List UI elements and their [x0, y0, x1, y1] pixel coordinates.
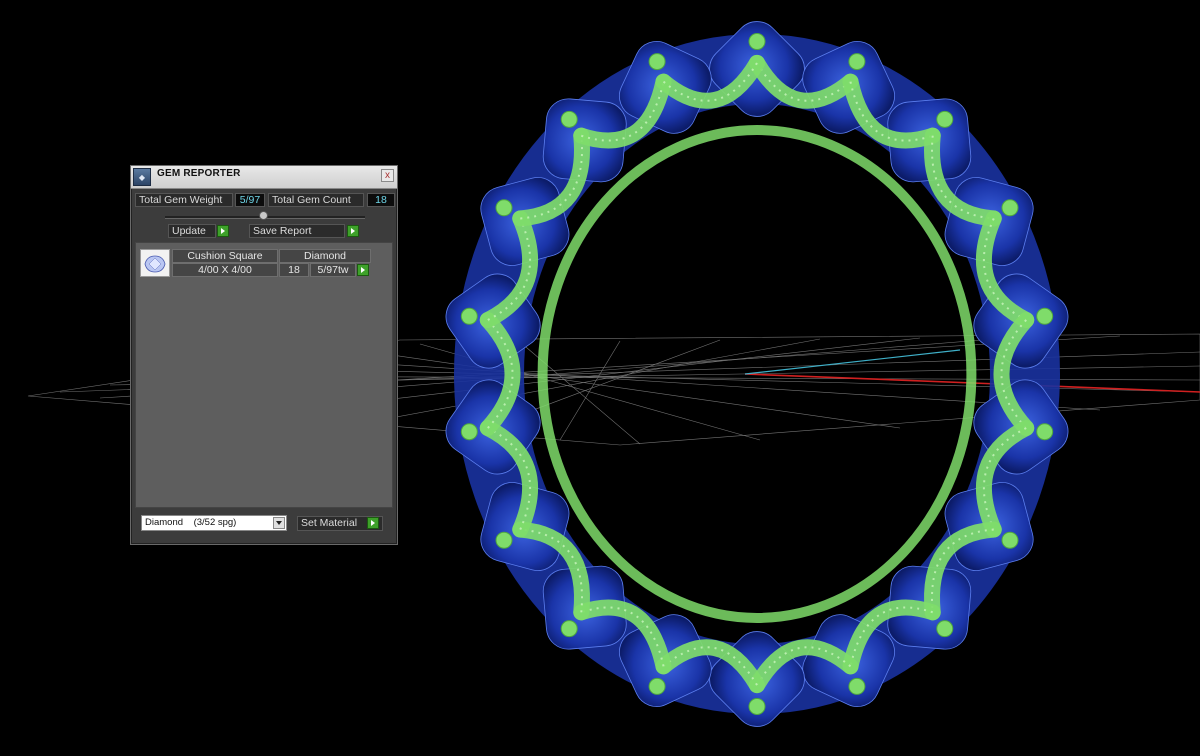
close-icon[interactable]: x — [381, 169, 394, 182]
panel-titlebar[interactable]: ◆ GEM REPORTER x — [131, 166, 397, 189]
save-report-go-icon[interactable] — [347, 225, 359, 237]
gem-material-cell: Diamond — [279, 249, 371, 263]
gem-count-cell: 18 — [279, 263, 309, 277]
material-dropdown-value: Diamond (3/52 spg) — [145, 517, 237, 528]
prong-tip — [1036, 423, 1054, 441]
chevron-down-icon[interactable] — [273, 517, 285, 529]
save-report-button-label: Save Report — [253, 225, 312, 237]
total-gem-count-value: 18 — [367, 193, 395, 207]
gem-shape-cell: Cushion Square — [172, 249, 278, 263]
update-button[interactable]: Update — [168, 224, 216, 238]
total-gem-weight-value: 5/97 — [235, 193, 265, 207]
prong-tip — [748, 697, 766, 715]
cushion-gem-icon — [144, 255, 166, 273]
prong-tip — [495, 531, 513, 549]
panel-title: GEM REPORTER — [157, 168, 241, 179]
prong-tip — [848, 53, 866, 71]
set-material-button-label: Set Material — [301, 517, 358, 529]
prong-tip — [1001, 199, 1019, 217]
prong-tip — [848, 677, 866, 695]
table-row-gem-thumbnail[interactable] — [140, 249, 170, 277]
gem-row-select-icon[interactable] — [357, 264, 369, 276]
update-go-icon[interactable] — [217, 225, 229, 237]
prong-tip — [936, 110, 954, 128]
prong-tip — [560, 110, 578, 128]
prong-tip — [560, 620, 578, 638]
gem-size-cell: 4/00 X 4/00 — [172, 263, 278, 277]
prong-tip — [936, 620, 954, 638]
y-axis — [744, 349, 961, 375]
prong-tip — [495, 199, 513, 217]
total-gem-weight-label: Total Gem Weight — [135, 193, 233, 207]
prong-tip — [648, 53, 666, 71]
splitter-handle[interactable] — [259, 211, 268, 220]
prong-tip — [460, 423, 478, 441]
set-material-go-icon[interactable] — [367, 517, 379, 529]
gem-list: Cushion Square Diamond 4/00 X 4/00 18 5/… — [135, 242, 393, 508]
gem-weight-cell: 5/97tw — [310, 263, 356, 277]
material-dropdown[interactable]: Diamond (3/52 spg) — [141, 515, 287, 531]
save-report-button[interactable]: Save Report — [249, 224, 345, 238]
total-gem-count-label: Total Gem Count — [268, 193, 364, 207]
prong-tip — [648, 677, 666, 695]
update-button-label: Update — [172, 225, 206, 237]
prong-tip — [1001, 531, 1019, 549]
prong-tip — [460, 307, 478, 325]
gem-reporter-app-icon: ◆ — [133, 168, 151, 186]
prong-tip — [1036, 307, 1054, 325]
prong-tip — [748, 33, 766, 51]
gem-reporter-panel: ◆ GEM REPORTER x Total Gem Weight 5/97 T… — [130, 165, 398, 545]
